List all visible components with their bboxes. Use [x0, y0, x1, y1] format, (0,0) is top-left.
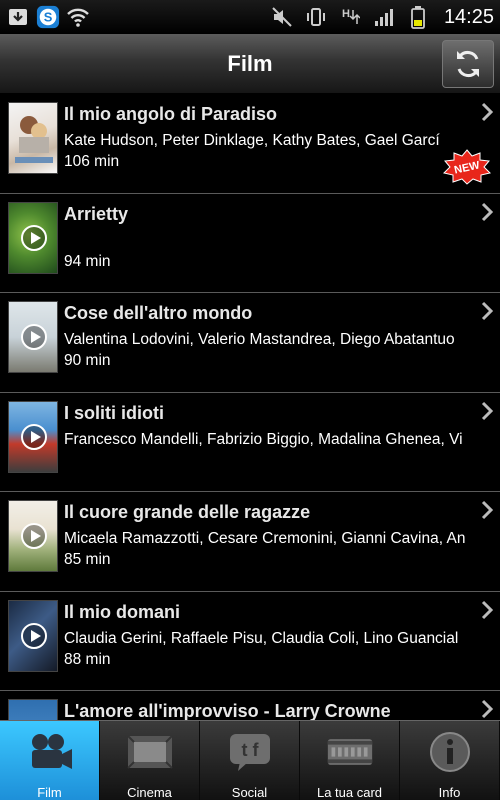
film-cast: Valentina Lodovini, Valerio Mastandrea, … [64, 331, 455, 348]
film-title: Il mio domani [64, 601, 181, 622]
film-cast: Claudia Gerini, Raffaele Pisu, Claudia C… [64, 629, 459, 647]
tab-label: La tua card [316, 785, 383, 800]
tab-card[interactable]: La tua card [300, 721, 400, 800]
film-list: Il mio angolo di Paradiso Kate Hudson, P… [0, 94, 500, 720]
chevron-right-icon [481, 699, 494, 719]
download-icon [6, 5, 30, 29]
film-cast: Kate Hudson, Peter Dinklage, Kathy Bates… [64, 132, 440, 149]
play-trailer-icon[interactable] [21, 622, 47, 649]
tab-film[interactable]: Film [0, 721, 100, 800]
tab-label: Social [231, 785, 268, 800]
film-poster [8, 699, 58, 720]
svg-text:H: H [342, 8, 350, 20]
page-title: Film [227, 51, 273, 76]
film-title: Arrietty [64, 203, 129, 224]
tab-social[interactable]: t f Social [200, 721, 300, 800]
film-title: L'amore all'improvviso - Larry Crowne [64, 701, 391, 720]
chevron-right-icon [481, 202, 494, 221]
film-title: I soliti idioti [64, 402, 164, 423]
film-cast: Micaela Ramazzotti, Cesare Cremonini, Gi… [64, 530, 466, 547]
film-row[interactable]: L'amore all'improvviso - Larry Crowne [0, 691, 500, 720]
vibrate-icon [304, 5, 328, 29]
mute-icon [270, 5, 294, 29]
svg-text:t f: t f [241, 740, 259, 760]
film-row[interactable]: Cose dell'altro mondo Valentina Lodovini… [0, 293, 500, 393]
hspa-data-icon: H [338, 5, 362, 29]
chevron-right-icon [481, 600, 494, 619]
play-trailer-icon[interactable] [21, 324, 47, 350]
social-icon: t f [226, 729, 274, 775]
film-camera-icon [26, 729, 74, 775]
film-poster [8, 301, 58, 373]
film-cast [64, 230, 480, 251]
film-duration: 90 min [64, 352, 111, 369]
cinema-screen-icon [126, 729, 174, 775]
film-duration: 106 min [64, 153, 120, 170]
film-cast: Francesco Mandelli, Fabrizio Biggio, Mad… [64, 430, 463, 448]
film-row[interactable]: Il mio domani Claudia Gerini, Raffaele P… [0, 592, 500, 691]
refresh-icon [457, 51, 479, 77]
film-poster [8, 599, 58, 672]
tab-label: Cinema [127, 785, 172, 800]
play-trailer-icon[interactable] [21, 423, 47, 450]
tab-info[interactable]: Info [400, 721, 500, 800]
svg-text:S: S [44, 10, 53, 25]
clock: 14:25 [443, 5, 494, 28]
tab-cinema[interactable]: Cinema [100, 721, 200, 800]
tab-label: Film [37, 785, 62, 800]
chevron-right-icon [481, 500, 494, 520]
skype-icon: S [36, 5, 60, 29]
film-poster [8, 102, 58, 174]
film-duration: 85 min [64, 551, 111, 568]
film-duration: 94 min [64, 252, 111, 270]
new-badge: NEW [443, 149, 491, 185]
chevron-right-icon [481, 301, 494, 321]
info-icon [426, 729, 474, 775]
signal-icon [372, 5, 396, 29]
film-duration [64, 450, 480, 471]
chevron-right-icon [481, 102, 494, 122]
refresh-button[interactable] [442, 40, 494, 88]
play-trailer-icon[interactable] [21, 224, 47, 251]
title-bar: Film [0, 34, 500, 94]
film-title: Cose dell'altro mondo [64, 303, 253, 323]
film-row[interactable]: Arrietty 94 min [0, 194, 500, 293]
battery-icon [406, 5, 430, 29]
film-row[interactable]: Il mio angolo di Paradiso Kate Hudson, P… [0, 94, 500, 194]
tab-bar: Film Cinema t f Social La tua card Info [0, 720, 500, 800]
film-row[interactable]: I soliti idioti Francesco Mandelli, Fabr… [0, 393, 500, 492]
film-poster [8, 400, 58, 473]
film-duration: 88 min [64, 650, 111, 668]
card-icon [326, 729, 374, 775]
film-row[interactable]: Il cuore grande delle ragazze Micaela Ra… [0, 492, 500, 592]
play-trailer-icon[interactable] [21, 523, 47, 549]
film-poster [8, 201, 58, 274]
wifi-icon [66, 5, 90, 29]
film-title: Il cuore grande delle ragazze [64, 502, 311, 522]
film-title: Il mio angolo di Paradiso [64, 104, 278, 124]
tab-label: Info [438, 785, 461, 800]
chevron-right-icon [481, 401, 494, 420]
status-bar: S H 14:25 [0, 0, 500, 34]
film-poster [8, 500, 58, 572]
